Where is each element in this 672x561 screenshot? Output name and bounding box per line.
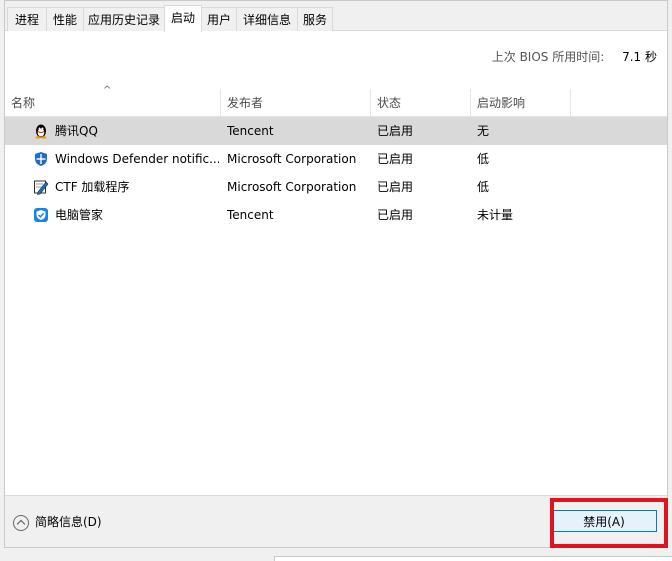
background-window-edge	[274, 556, 672, 561]
row-name: 电脑管家	[55, 208, 104, 222]
row-publisher: Microsoft Corporation	[227, 152, 357, 166]
row-status: 已启用	[377, 180, 414, 194]
column-header-impact[interactable]: 启动影响	[471, 89, 571, 117]
row-publisher: Microsoft Corporation	[227, 180, 357, 194]
row-impact: 未计量	[477, 208, 514, 222]
column-header: 名称 发布者 状态 启动影响	[5, 89, 667, 117]
tab-bar: 进程 性能 应用历史记录 启动 用户 详细信息 服务	[5, 1, 667, 32]
tab-users[interactable]: 用户	[201, 7, 237, 31]
tab-startup[interactable]: 启动	[164, 5, 202, 32]
row-status: 已启用	[377, 152, 414, 166]
tab-services[interactable]: 服务	[297, 7, 333, 31]
column-header-status[interactable]: 状态	[371, 89, 471, 117]
row-publisher: Tencent	[227, 208, 274, 222]
row-impact: 无	[477, 124, 490, 138]
disable-button[interactable]: 禁用(A)	[551, 510, 657, 532]
fewer-details-toggle[interactable]: 简略信息(D)	[13, 512, 102, 532]
tab-processes[interactable]: 进程	[7, 7, 47, 31]
bios-time-value: 7.1 秒	[622, 50, 657, 64]
fewer-details-label: 简略信息(D)	[35, 515, 102, 529]
tab-performance[interactable]: 性能	[46, 7, 84, 31]
tab-app-history[interactable]: 应用历史记录	[83, 7, 165, 31]
table-row[interactable]: Windows Defender notific... Microsoft Co…	[5, 145, 667, 173]
row-status: 已启用	[377, 124, 414, 138]
row-status: 已启用	[377, 208, 414, 222]
bios-time-label: 上次 BIOS 所用时间:	[491, 50, 605, 64]
row-name: 腾讯QQ	[55, 124, 98, 138]
startup-list: 腾讯QQ Tencent 已启用 无 Windows Defender noti…	[5, 117, 667, 229]
chevron-up-circle-icon	[13, 514, 29, 531]
task-manager-window: 进程 性能 应用历史记录 启动 用户 详细信息 服务 上次 BIOS 所用时间:…	[4, 0, 668, 548]
table-row[interactable]: 腾讯QQ Tencent 已启用 无	[5, 117, 667, 145]
table-row[interactable]: CTF 加载程序 Microsoft Corporation 已启用 低	[5, 173, 667, 201]
column-header-name[interactable]: 名称	[5, 89, 221, 117]
bios-time-row: 上次 BIOS 所用时间: 7.1 秒	[492, 48, 657, 66]
table-row[interactable]: 电脑管家 Tencent 已启用 未计量	[5, 201, 667, 229]
row-impact: 低	[477, 152, 490, 166]
row-name: Windows Defender notific...	[55, 152, 219, 166]
row-impact: 低	[477, 180, 490, 194]
tab-details[interactable]: 详细信息	[236, 7, 298, 31]
row-publisher: Tencent	[227, 124, 274, 138]
bottom-bar: 简略信息(D) 禁用(A)	[5, 495, 667, 547]
row-name: CTF 加载程序	[55, 180, 130, 194]
column-header-publisher[interactable]: 发布者	[221, 89, 371, 117]
